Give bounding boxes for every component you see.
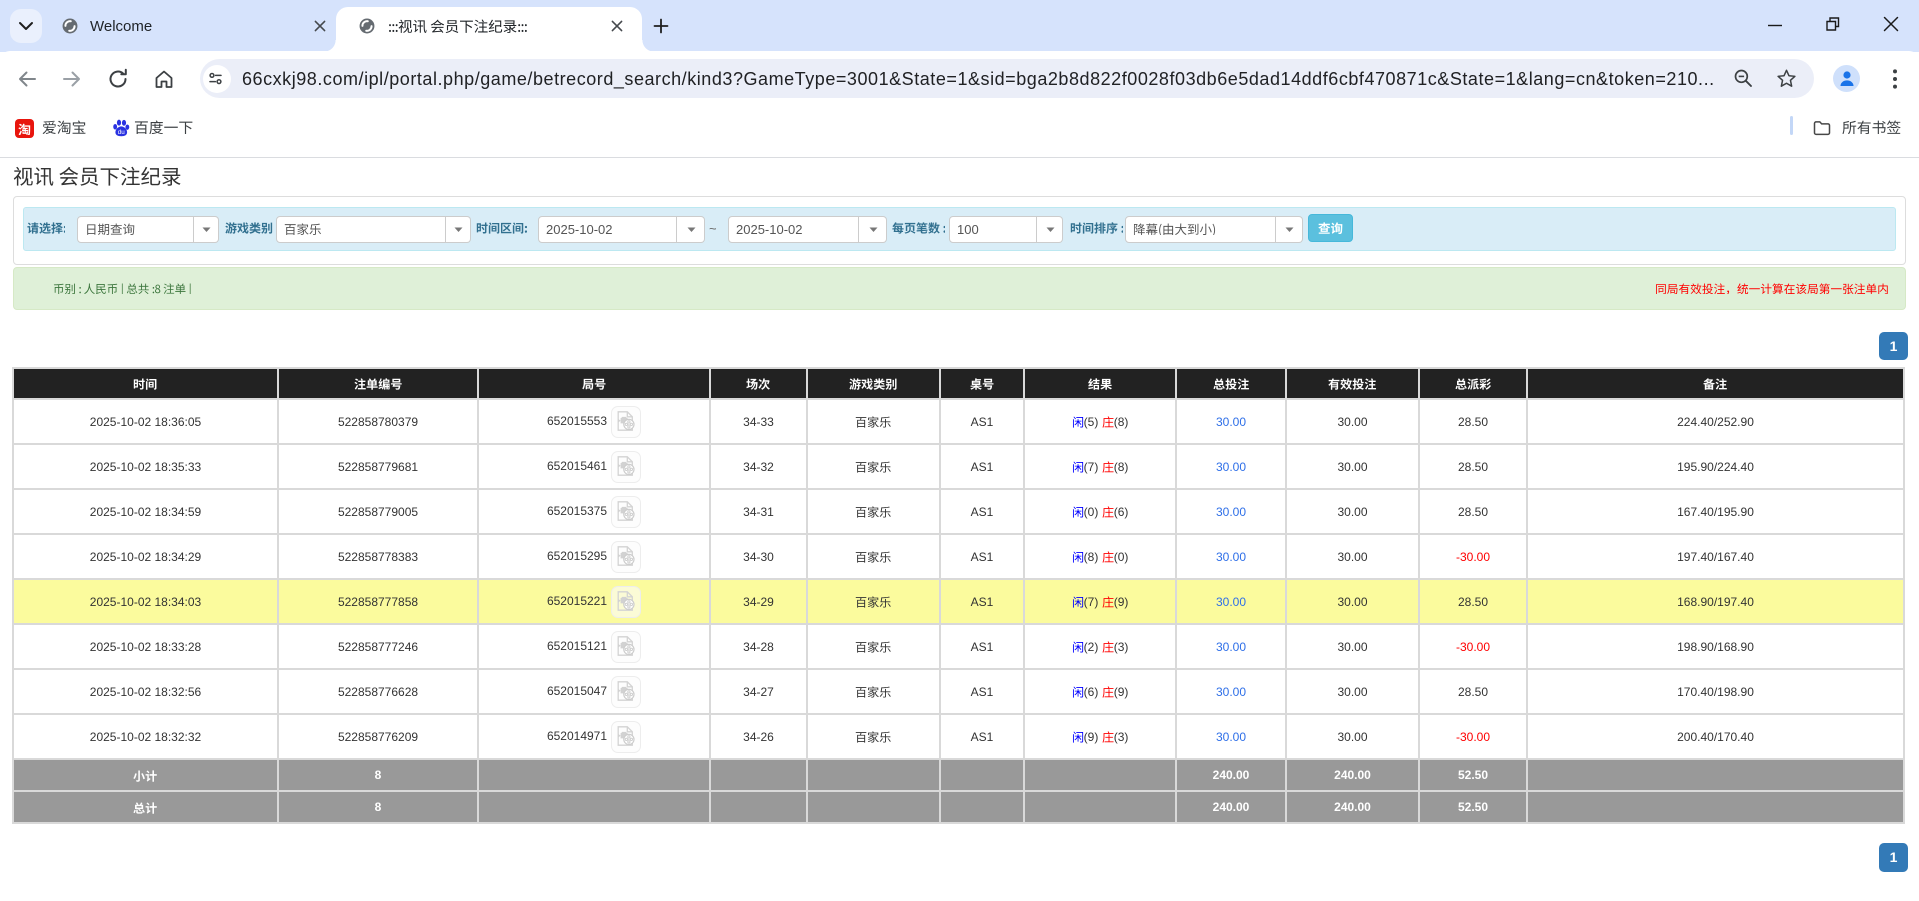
- svg-text:du: du: [118, 129, 125, 136]
